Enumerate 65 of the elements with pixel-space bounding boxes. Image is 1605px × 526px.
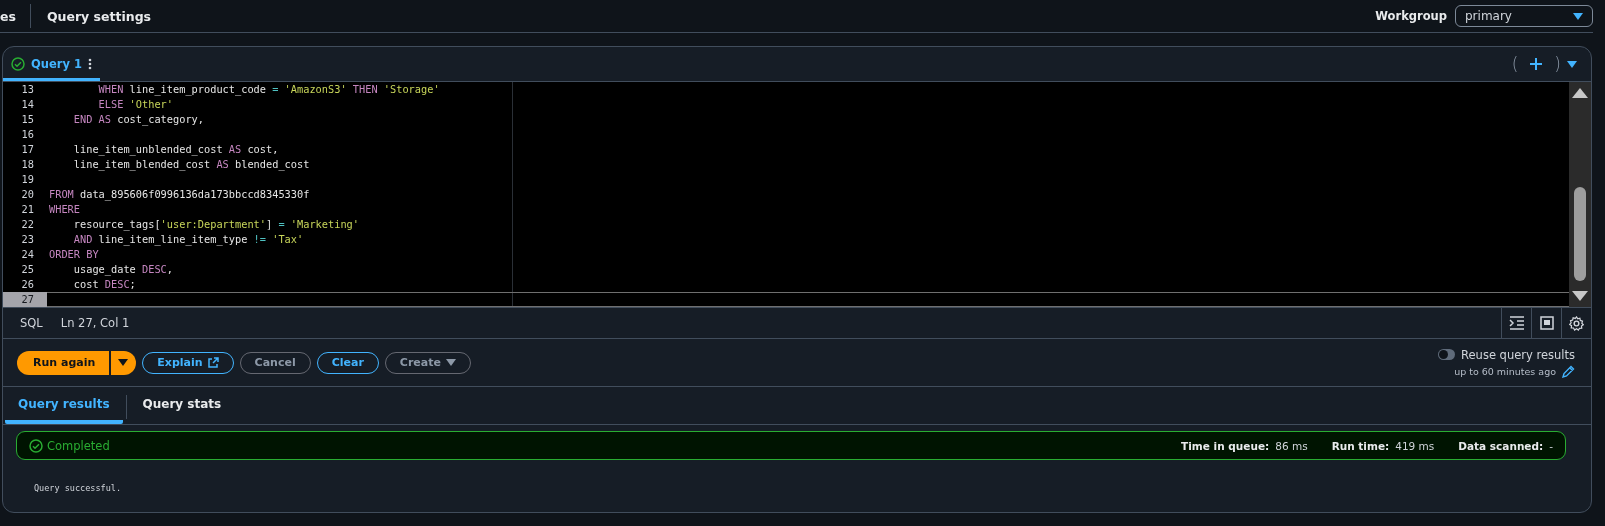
workgroup-select[interactable]: primary <box>1455 5 1593 27</box>
code-line[interactable]: ORDER BY <box>49 248 99 260</box>
code-line[interactable]: FROM data_895606f0996136da173bbccd8345330f <box>49 188 310 200</box>
line-number: 21 <box>20 202 35 217</box>
bracket: ) <box>1554 54 1561 74</box>
stat-value: 419 ms <box>1395 439 1435 452</box>
results-tab[interactable]: Query results <box>5 387 123 424</box>
scroll-up-icon[interactable] <box>1572 86 1588 98</box>
caret-icon[interactable] <box>1567 60 1577 68</box>
caret-icon <box>1573 12 1583 20</box>
line-number: 13 <box>20 82 35 97</box>
caret-icon <box>118 359 129 366</box>
code-line[interactable]: usage_date DESC, <box>49 263 173 275</box>
stat-value: - <box>1549 439 1553 452</box>
code-line[interactable]: END AS cost_category, <box>49 113 204 125</box>
code-line[interactable]: AND line_item_line_item_type != 'Tax' <box>49 233 304 245</box>
line-number: 22 <box>20 217 35 232</box>
line-number: 17 <box>20 142 35 157</box>
line-number: 14 <box>20 97 35 112</box>
reuse-detail: up to 60 minutes ago <box>1454 365 1556 377</box>
line-number: 25 <box>20 262 35 277</box>
reuse-label: Reuse query results <box>1461 347 1575 362</box>
indent-icon <box>1508 316 1525 330</box>
panel-icon <box>1539 316 1554 330</box>
line-number: 19 <box>20 172 35 187</box>
scroll-down-icon[interactable] <box>1572 291 1588 303</box>
code-line[interactable]: ELSE 'Other' <box>49 98 173 110</box>
status-text: Completed <box>47 438 110 453</box>
bracket: ( <box>1511 54 1519 74</box>
settings-icon <box>1569 315 1584 331</box>
line-number: 20 <box>20 187 35 202</box>
settings-tab[interactable]: Query settings <box>46 8 152 24</box>
line-number: 18 <box>20 157 35 172</box>
settings-tab[interactable]: es <box>0 8 16 24</box>
query-tab-label[interactable]: Query 1 <box>31 57 82 71</box>
code-line[interactable]: WHEN line_item_product_code = 'AmazonS3' THEN 'Storage' <box>49 83 440 95</box>
scrollbar-thumb[interactable] <box>1574 186 1586 281</box>
result-message: Query successful. <box>34 483 122 493</box>
line-number: 23 <box>20 232 35 247</box>
workgroup-label: Workgroup <box>1375 9 1447 23</box>
line-number: 16 <box>20 127 35 142</box>
results-tab[interactable]: Query stats <box>129 387 235 424</box>
stat-value: 86 ms <box>1275 439 1308 452</box>
line-number: 24 <box>20 247 35 262</box>
code-line[interactable]: cost DESC; <box>49 278 136 290</box>
run-again-button[interactable]: Run again <box>17 350 110 375</box>
success-icon <box>29 438 43 453</box>
stat-label: Time in queue: <box>1181 439 1270 452</box>
language-label: SQL <box>20 316 43 330</box>
line-number: 26 <box>20 277 35 292</box>
run-options-button[interactable] <box>111 350 137 375</box>
line-number: 27 <box>3 292 47 307</box>
stat-label: Data scanned: <box>1458 439 1544 452</box>
line-number: 15 <box>20 112 35 127</box>
code-line[interactable]: resource_tags['user:Department'] = 'Marketing' <box>49 218 359 230</box>
reuse-toggle[interactable] <box>1438 349 1456 360</box>
code-line[interactable]: WHERE <box>49 203 80 215</box>
more-icon[interactable] <box>87 58 92 70</box>
cursor-position: Ln 27, Col 1 <box>60 316 130 330</box>
scrollbar[interactable] <box>1569 82 1591 307</box>
code-line[interactable]: line_item_blended_cost AS blended_cost <box>49 158 310 170</box>
stat-label: Run time: <box>1331 439 1390 452</box>
plus-icon <box>1530 58 1543 70</box>
code-line[interactable]: line_item_unblended_cost AS cost, <box>49 143 279 155</box>
pencil-icon[interactable] <box>1562 364 1575 378</box>
